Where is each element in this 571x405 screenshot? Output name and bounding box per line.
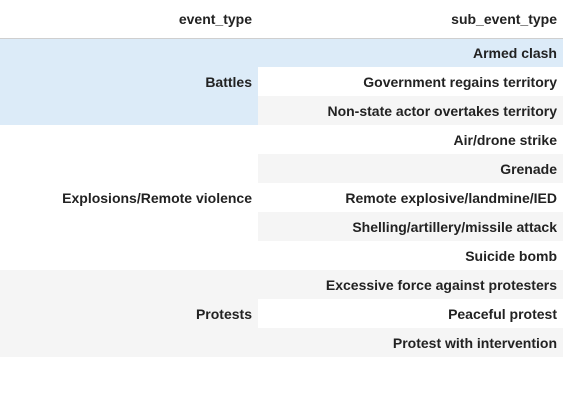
sub-event-cell: Government regains territory [258,67,563,96]
sub-event-cell: Armed clash [258,38,563,67]
sub-event-cell: Shelling/artillery/missile attack [258,212,563,241]
sub-event-cell: Peaceful protest [258,299,563,328]
sub-event-cell: Air/drone strike [258,125,563,154]
sub-event-cell: Protest with intervention [258,328,563,357]
sub-event-cell: Excessive force against protesters [258,270,563,299]
table-row[interactable]: Explosions/Remote violence Air/drone str… [0,125,563,270]
sub-event-cell: Non-state actor overtakes territory [258,96,563,125]
sub-event-cell: Grenade [258,154,563,183]
event-type-table: event_type sub_event_type Battles Armed … [0,0,563,357]
group-cell-protests: Protests [0,270,258,357]
table-header-row: event_type sub_event_type [0,0,563,39]
column-header-sub-event-type[interactable]: sub_event_type [258,0,563,39]
table-body: Battles Armed clash Government regains t… [0,38,563,357]
group-cell-battles: Battles [0,38,258,125]
sub-event-cell: Remote explosive/landmine/IED [258,183,563,212]
group-cell-explosions: Explosions/Remote violence [0,125,258,270]
table-row[interactable]: Battles Armed clash [0,38,563,125]
column-header-event-type[interactable]: event_type [0,0,258,39]
sub-event-cell: Suicide bomb [258,241,563,270]
table-row[interactable]: Protests Excessive force against protest… [0,270,563,357]
